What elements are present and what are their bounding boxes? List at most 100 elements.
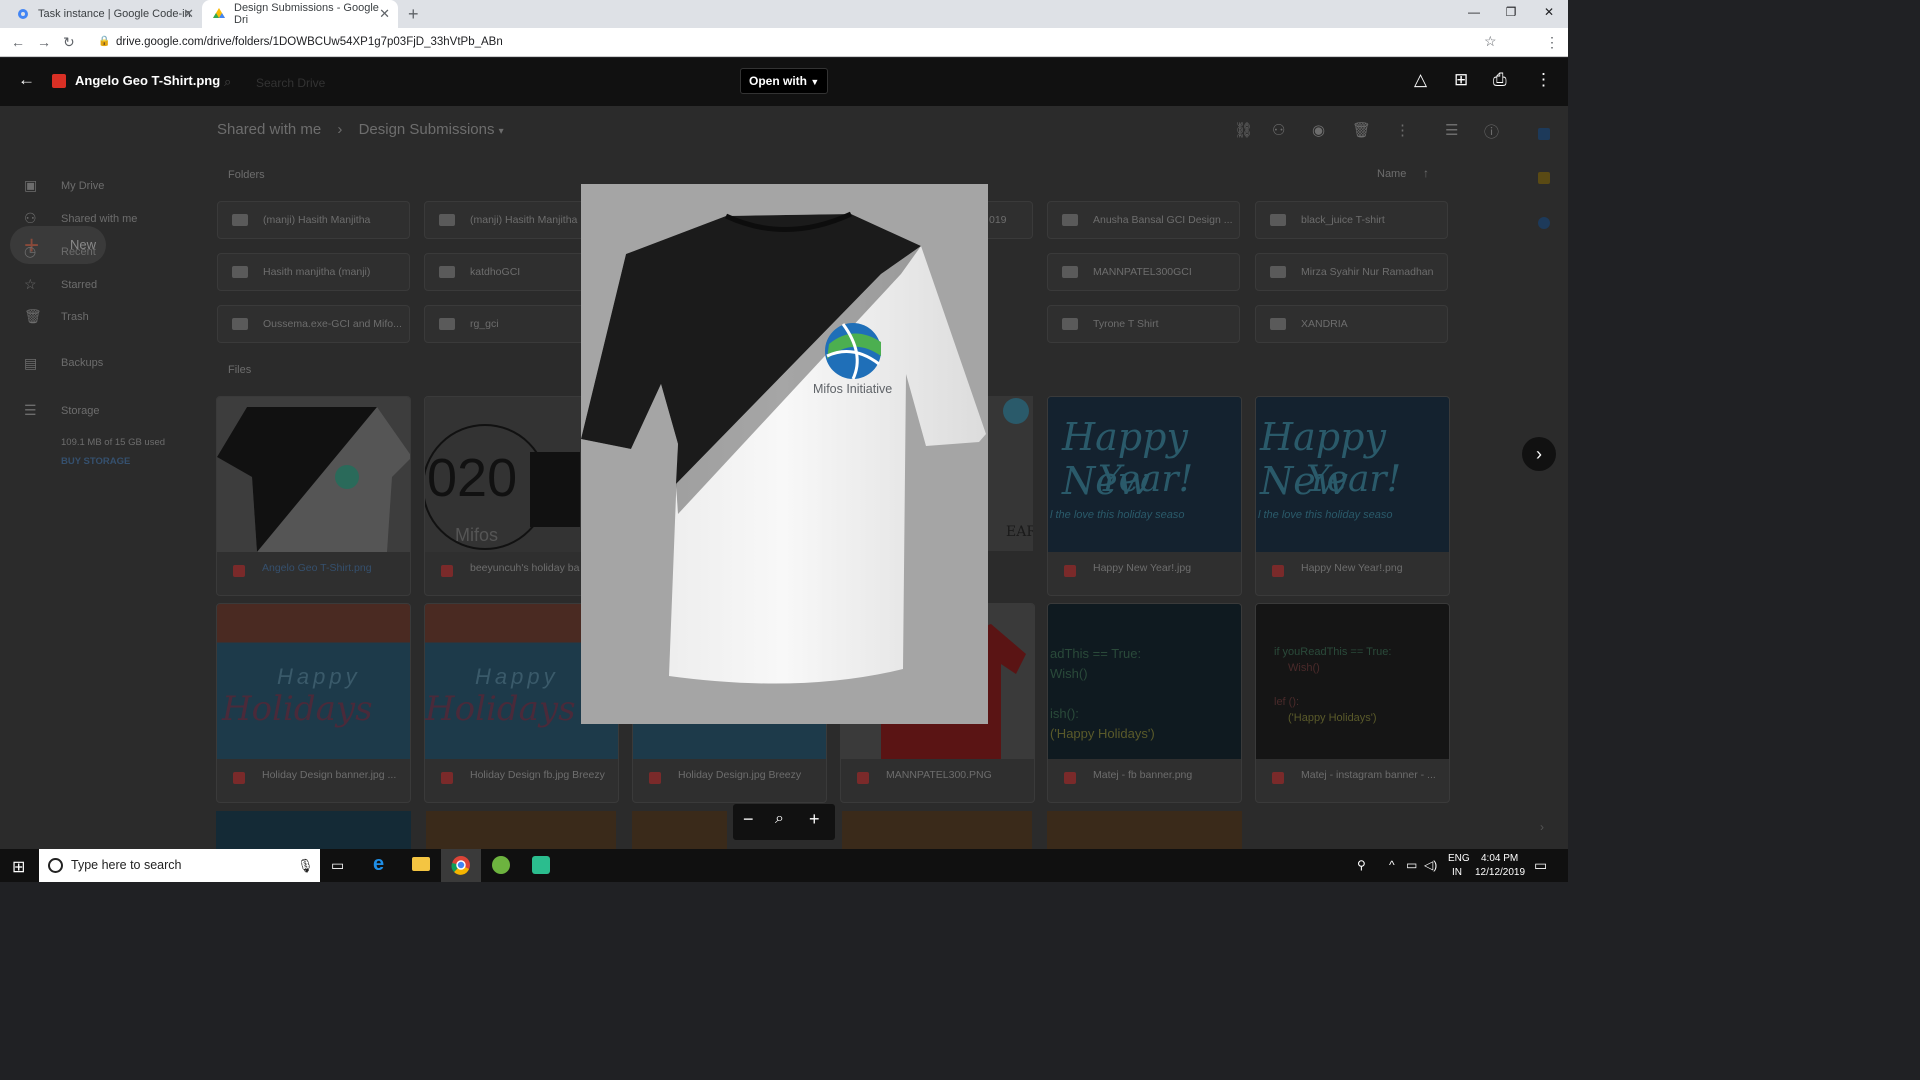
file-name: Holiday Design fb.jpg Breezy <box>470 769 605 781</box>
folder-item[interactable]: (manji) Hasith Manjitha <box>217 201 410 239</box>
file-card[interactable]: Angelo Geo T-Shirt.png <box>216 396 411 596</box>
star-icon[interactable]: ☆ <box>1484 33 1497 50</box>
zoom-icon[interactable]: ⌕ <box>775 810 784 828</box>
tasks-icon[interactable] <box>1538 217 1550 229</box>
tshirt-image: Mifos Initiative <box>581 211 986 684</box>
game-app-icon[interactable] <box>532 856 550 874</box>
new-tab-button[interactable]: + <box>408 4 419 25</box>
sidebar-item-trash[interactable]: Trash <box>61 311 89 323</box>
keep-icon[interactable] <box>1538 172 1550 184</box>
buy-storage-link[interactable]: BUY STORAGE <box>61 456 130 467</box>
people-icon: ⚇ <box>24 210 37 226</box>
sidebar-item-my-drive[interactable]: My Drive <box>61 180 104 192</box>
file-card[interactable]: Happy New Year! l the love this holiday … <box>1255 396 1450 596</box>
zoom-in-icon[interactable]: + <box>809 809 820 830</box>
thumb-code-c: ish(): <box>1050 706 1079 721</box>
close-icon[interactable]: ✕ <box>183 6 194 22</box>
clock-time[interactable]: 4:04 PM <box>1481 853 1518 864</box>
close-icon[interactable]: ✕ <box>379 6 390 22</box>
forward-icon[interactable]: → <box>37 34 51 50</box>
file-card[interactable]: adThis == True: Wish() ish(): ('Happy Ho… <box>1047 603 1242 803</box>
add-to-drive-icon[interactable]: △ <box>1414 70 1427 90</box>
breadcrumb: Shared with me › Design Submissions ▾ <box>217 121 504 138</box>
menu-icon[interactable]: ⋮ <box>1545 34 1559 51</box>
chrome-taskbar-active[interactable] <box>441 849 481 882</box>
chevron-up-icon[interactable]: ^ <box>1389 858 1395 872</box>
language-indicator[interactable]: ENG <box>1448 853 1470 864</box>
windows-start-icon[interactable]: ⊞ <box>12 857 25 877</box>
thumb-hny-line2: Year! <box>1098 459 1194 500</box>
back-arrow-icon[interactable]: ← <box>18 70 35 90</box>
image-file-icon <box>649 772 661 784</box>
file-thumbnail: Happy New Year! l the love this holiday … <box>1048 397 1241 552</box>
file-card[interactable]: if youReadThis == True: Wish() lef (): (… <box>1255 603 1450 803</box>
print-icon[interactable]: ⎙ <box>1493 70 1507 90</box>
chevron-right-icon: › <box>337 121 343 138</box>
calendar-icon[interactable] <box>1538 128 1550 140</box>
folder-item[interactable]: Mirza Syahir Nur Ramadhan <box>1255 253 1448 291</box>
sidebar-item-shared[interactable]: Shared with me <box>61 213 137 225</box>
volume-icon[interactable]: ◁) <box>1424 858 1437 872</box>
open-with-button[interactable]: Open with ▼ <box>740 68 829 94</box>
zoom-out-icon[interactable]: − <box>743 809 754 830</box>
microphone-icon[interactable]: 🎙 <box>297 849 314 882</box>
folder-item[interactable]: Hasith manjitha (manji) <box>217 253 410 291</box>
cortana-icon <box>48 858 63 873</box>
comment-add-icon[interactable]: ⊞ <box>1454 70 1468 90</box>
folder-item[interactable]: MANNPATEL300GCI <box>1047 253 1240 291</box>
close-window-button[interactable]: ✕ <box>1537 5 1561 19</box>
folder-item[interactable]: Oussema.exe-GCI and Mifo... <box>217 305 410 343</box>
tab-design-submissions[interactable]: Design Submissions - Google Dri ✕ <box>202 0 398 28</box>
arrow-up-icon[interactable]: ↑ <box>1423 166 1429 180</box>
taskbar-search[interactable]: Type here to search 🎙 <box>39 849 320 882</box>
breadcrumb-design-submissions[interactable]: Design Submissions <box>359 121 495 138</box>
link-icon[interactable]: ⛓ <box>1234 121 1253 139</box>
file-thumbnail <box>217 397 410 552</box>
search-input: Search Drive <box>256 76 326 90</box>
next-file-button[interactable]: › <box>1522 437 1556 471</box>
task-view-icon[interactable]: ▭ <box>331 857 344 874</box>
restore-button[interactable]: ❐ <box>1499 5 1523 19</box>
clock-icon: ◷ <box>24 243 37 259</box>
info-icon[interactable]: ⓘ <box>1484 121 1499 142</box>
folder-item[interactable]: XANDRIA <box>1255 305 1448 343</box>
network-icon[interactable]: ▭ <box>1406 858 1417 872</box>
more-icon[interactable]: ⋮ <box>1535 70 1552 90</box>
clock-date[interactable]: 12/12/2019 <box>1475 867 1525 878</box>
reload-icon[interactable]: ↻ <box>63 34 75 51</box>
tab-code-in[interactable]: Task instance | Google Code-in ✕ <box>6 0 202 28</box>
sort-label[interactable]: Name <box>1377 168 1406 180</box>
minimize-button[interactable]: — <box>1462 5 1486 19</box>
url-field[interactable]: drive.google.com/drive/folders/1DOWBCUw5… <box>116 36 503 48</box>
sidebar-item-recent[interactable]: Recent <box>61 246 96 258</box>
file-name: Matej - instagram banner - ... <box>1301 769 1436 781</box>
list-view-icon[interactable]: ☰ <box>1445 121 1458 139</box>
folder-item[interactable]: black_juice T-shirt <box>1255 201 1448 239</box>
file-thumbnail: Happy New Year! l the love this holiday … <box>1256 397 1449 552</box>
edge-icon[interactable]: e <box>373 853 384 876</box>
chevron-right-icon[interactable]: › <box>1540 820 1544 834</box>
file-thumbnail-partial <box>1047 811 1242 849</box>
folder-item[interactable]: Tyrone T Shirt <box>1047 305 1240 343</box>
file-name: Happy New Year!.jpg <box>1093 562 1192 574</box>
trash-icon[interactable]: 🗑 <box>1352 121 1371 139</box>
folder-item[interactable]: Anusha Bansal GCI Design ... <box>1047 201 1240 239</box>
sidebar-item-starred[interactable]: Starred <box>61 279 97 291</box>
back-icon[interactable]: ← <box>11 34 25 50</box>
people-icon[interactable]: ⚲ <box>1357 858 1366 872</box>
search-icon: ⌕ <box>224 74 232 89</box>
more-icon[interactable]: ⋮ <box>1395 121 1410 139</box>
sidebar-item-storage[interactable]: Storage <box>61 405 100 417</box>
eye-icon[interactable]: ◉ <box>1312 121 1325 139</box>
file-card[interactable]: Happy New Year! l the love this holiday … <box>1047 396 1242 596</box>
thumb-code-e: if youReadThis == True: <box>1274 646 1392 658</box>
file-card[interactable]: Happy Holidays Holiday Design banner.jpg… <box>216 603 411 803</box>
notifications-icon[interactable]: ▭ <box>1534 857 1547 874</box>
sidebar-item-backups[interactable]: Backups <box>61 357 103 369</box>
region-indicator: IN <box>1452 867 1462 878</box>
image-file-icon <box>52 74 66 88</box>
add-person-icon[interactable]: ⚇ <box>1272 121 1285 139</box>
breadcrumb-shared[interactable]: Shared with me <box>217 121 321 138</box>
utorrent-icon[interactable] <box>492 856 510 874</box>
file-explorer-icon[interactable] <box>412 857 430 871</box>
